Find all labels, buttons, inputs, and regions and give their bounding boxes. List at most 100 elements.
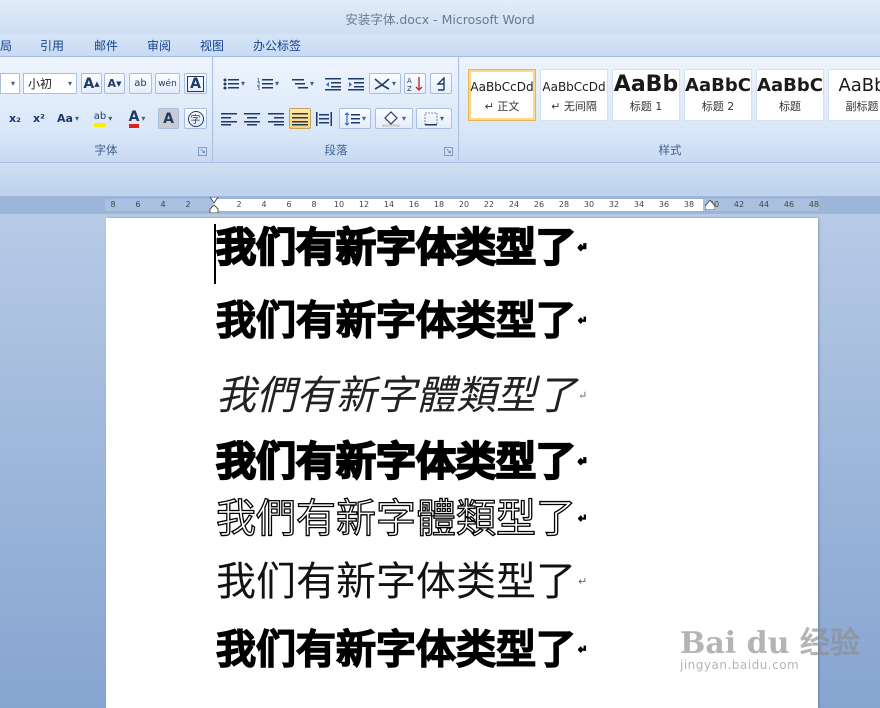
align-right-icon bbox=[268, 112, 284, 125]
numbering-button[interactable]: 123 bbox=[252, 73, 284, 94]
superscript-icon: x² bbox=[33, 112, 45, 125]
ruler-tick: 24 bbox=[508, 200, 520, 209]
align-left-button[interactable] bbox=[218, 108, 240, 129]
paragraph-mark: ↵ bbox=[577, 642, 588, 656]
ruler-tick: 12 bbox=[358, 200, 370, 209]
align-right-button[interactable] bbox=[265, 108, 287, 129]
character-shading-button[interactable]: A bbox=[158, 108, 179, 129]
ruler-tick: 34 bbox=[633, 200, 645, 209]
paragraph-mark-icon bbox=[436, 76, 445, 91]
text-cursor bbox=[214, 224, 216, 284]
align-left-icon bbox=[221, 112, 237, 125]
right-indent-icon[interactable] bbox=[705, 200, 715, 210]
paragraph-mark: ↵ bbox=[578, 389, 588, 402]
borders-icon bbox=[424, 112, 438, 125]
style-name: 标题 bbox=[779, 100, 801, 113]
style-tile-normal[interactable]: AaBbCcDd ↵ 正文 bbox=[468, 69, 536, 121]
style-tile-no-spacing[interactable]: AaBbCcDd ↵ 无间隔 bbox=[540, 69, 608, 121]
font-dialog-launcher-icon[interactable]: ↘ bbox=[198, 147, 207, 156]
shading-button[interactable] bbox=[375, 108, 413, 129]
style-sample: AaBbCcDd bbox=[542, 80, 606, 94]
superscript-button[interactable]: x² bbox=[28, 108, 50, 129]
paragraph-mark: ↵ bbox=[577, 511, 588, 525]
decrease-indent-icon bbox=[325, 77, 341, 90]
svg-text:3: 3 bbox=[257, 86, 260, 91]
justify-button[interactable] bbox=[289, 108, 311, 129]
bullets-button[interactable] bbox=[218, 73, 250, 94]
font-size-combo[interactable]: 小初 ▾ bbox=[23, 73, 77, 94]
tab-view[interactable]: 视图 bbox=[200, 37, 224, 54]
phonetic-guide-button[interactable]: wén bbox=[155, 73, 180, 94]
ruler-tick: 48 bbox=[808, 200, 820, 209]
tab-office-tabs[interactable]: 办公标签 bbox=[253, 37, 301, 54]
increase-indent-button[interactable] bbox=[345, 73, 367, 94]
line-text: 我们有新字体类型了 bbox=[216, 559, 576, 605]
ruler-tick: 22 bbox=[483, 200, 495, 209]
clear-formatting-icon: ab bbox=[134, 78, 147, 89]
line-text: 我們有新字體類型了 bbox=[216, 373, 576, 419]
document-line-2[interactable]: 我们有新字体类型了 ↵ bbox=[215, 297, 587, 345]
enclose-characters-button[interactable]: 字 bbox=[184, 108, 207, 129]
line-text: 我们有新字体类型了 bbox=[215, 224, 577, 272]
grow-font-button[interactable]: A ▲ bbox=[81, 73, 102, 94]
document-line-1[interactable]: 我们有新字体类型了 ↵ bbox=[215, 224, 588, 272]
svg-text:A: A bbox=[407, 77, 412, 85]
decrease-indent-button[interactable] bbox=[322, 73, 344, 94]
ruler-tick: 30 bbox=[583, 200, 595, 209]
distributed-button[interactable] bbox=[313, 108, 335, 129]
ruler-tick: 2 bbox=[185, 200, 191, 209]
document-line-6[interactable]: 我们有新字体类型了 ↵ bbox=[216, 558, 587, 606]
borders-button[interactable] bbox=[416, 108, 452, 129]
tab-references[interactable]: 引用 bbox=[40, 37, 64, 54]
font-name-combo[interactable]: ▾ bbox=[0, 73, 20, 94]
multilevel-list-button[interactable] bbox=[287, 73, 319, 94]
tab-review[interactable]: 审阅 bbox=[147, 37, 171, 54]
align-center-button[interactable] bbox=[241, 108, 263, 129]
paragraph-group: 123 AZ bbox=[214, 57, 459, 161]
clear-formatting-button[interactable]: ab bbox=[129, 73, 152, 94]
ruler-tick: 42 bbox=[733, 200, 745, 209]
horizontal-ruler[interactable]: 8 6 4 2 2 4 6 8 10 12 14 16 18 20 22 24 … bbox=[104, 197, 820, 213]
font-color-button[interactable]: A bbox=[122, 108, 152, 129]
paragraph-group-label: 段落 bbox=[324, 143, 348, 157]
style-sample: AaBb bbox=[838, 75, 880, 96]
distributed-icon bbox=[316, 111, 332, 126]
shrink-font-button[interactable]: A ▼ bbox=[104, 73, 125, 94]
baidu-logo: Bai du 经验 bbox=[680, 626, 860, 661]
subscript-button[interactable]: x₂ bbox=[4, 108, 26, 129]
change-case-button[interactable]: Aa bbox=[53, 108, 83, 129]
font-group: ▾ 小初 ▾ A▲ A▼ ab wén A x₂ x² Aa ab bbox=[0, 57, 213, 161]
ribbon: ▾ 小初 ▾ A▲ A▼ ab wén A x₂ x² Aa ab bbox=[0, 56, 880, 162]
paragraph-dialog-launcher-icon[interactable]: ↘ bbox=[444, 147, 453, 156]
chinese-layout-button[interactable] bbox=[369, 73, 401, 94]
first-line-indent-icon[interactable] bbox=[209, 197, 219, 213]
ruler-tick: 36 bbox=[658, 200, 670, 209]
style-tile-title[interactable]: AaBbC 标题 bbox=[756, 69, 824, 121]
character-border-icon: A bbox=[187, 75, 204, 92]
numbering-icon: 123 bbox=[257, 78, 273, 91]
style-sample: AaBb bbox=[613, 72, 679, 97]
document-line-7[interactable]: 我们有新字体类型了 ↵ bbox=[215, 626, 588, 674]
ruler-tick: 18 bbox=[433, 200, 445, 209]
style-tile-heading-2[interactable]: AaBbC 标题 2 bbox=[684, 69, 752, 121]
document-line-4[interactable]: 我们有新字体类型了 ↵ bbox=[215, 438, 588, 486]
tab-mailings[interactable]: 邮件 bbox=[94, 37, 118, 54]
document-line-5[interactable]: 我們有新字體類型了 ↵ bbox=[215, 495, 588, 543]
show-marks-button[interactable] bbox=[430, 73, 452, 94]
styles-group-label: 样式 bbox=[658, 143, 682, 157]
baidu-watermark: Bai du 经验 jingyan.baidu.com bbox=[680, 618, 860, 672]
align-center-icon bbox=[244, 112, 260, 125]
sort-button[interactable]: AZ bbox=[404, 73, 426, 94]
character-border-button[interactable]: A bbox=[184, 73, 207, 94]
highlight-button[interactable]: ab bbox=[86, 108, 120, 129]
styles-group: AaBbCcDd ↵ 正文 AaBbCcDd ↵ 无间隔 AaBb 标题 1 A… bbox=[460, 57, 880, 161]
style-name: 标题 1 bbox=[629, 100, 663, 113]
line-spacing-button[interactable] bbox=[339, 108, 371, 129]
font-group-label: 字体 bbox=[94, 143, 118, 157]
ruler-tick: 28 bbox=[558, 200, 570, 209]
style-tile-subtitle[interactable]: AaBb 副标题 bbox=[828, 69, 880, 121]
document-line-3[interactable]: 我們有新字體類型了 ↵ bbox=[216, 372, 587, 420]
tab-layout[interactable]: 局 bbox=[0, 37, 12, 54]
window-title: 安装字体.docx - Microsoft Word bbox=[345, 11, 535, 27]
style-tile-heading-1[interactable]: AaBb 标题 1 bbox=[612, 69, 680, 121]
